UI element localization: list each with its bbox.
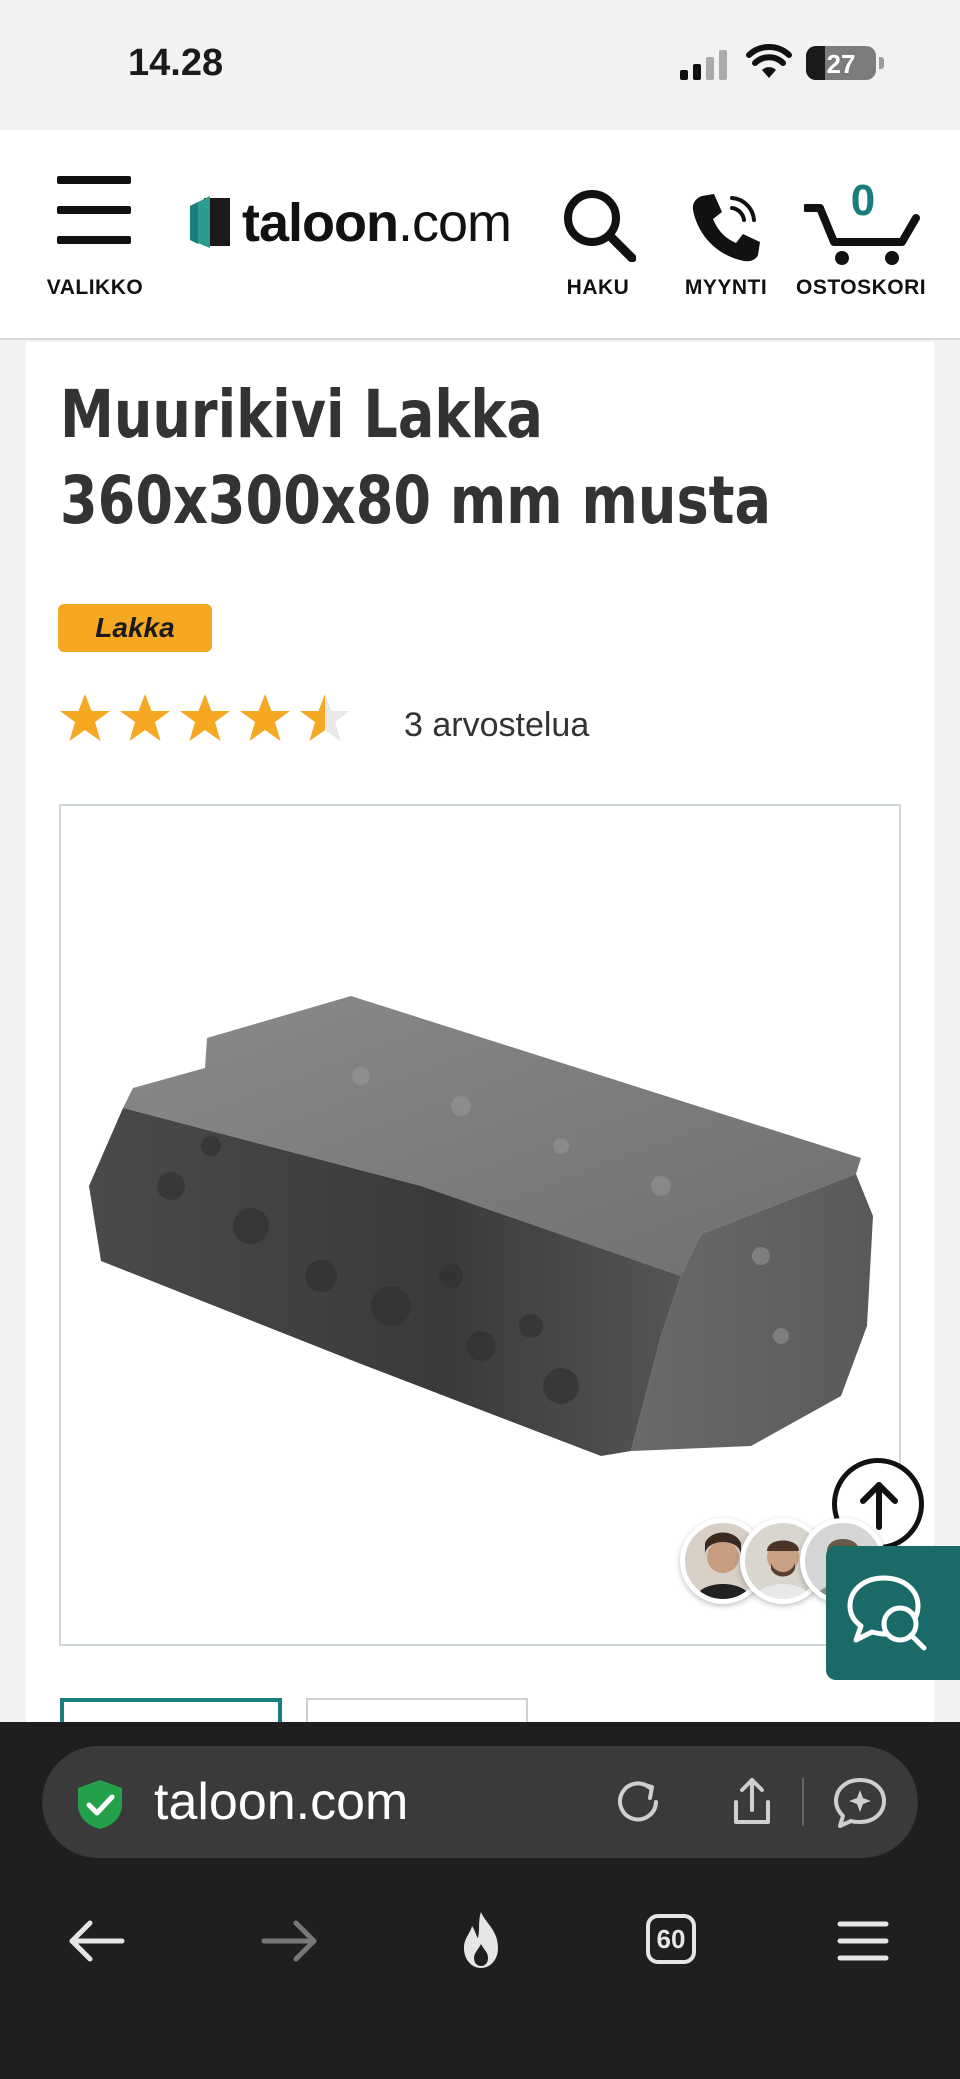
cart-label: OSTOSKORI xyxy=(796,276,927,299)
review-count[interactable]: 3 arvostelua xyxy=(404,706,589,745)
back-icon[interactable] xyxy=(64,1908,130,1974)
reload-icon[interactable] xyxy=(610,1774,666,1830)
wifi-icon xyxy=(746,44,792,78)
flame-icon[interactable] xyxy=(448,1908,514,1974)
secure-shield-icon xyxy=(78,1780,122,1829)
url-text[interactable]: taloon.com xyxy=(154,1772,408,1832)
battery-level: 27 xyxy=(826,49,856,79)
search-label: HAKU xyxy=(566,276,630,299)
tabs-icon[interactable]: 60 xyxy=(646,1914,696,1964)
site-logo[interactable]: taloon.com xyxy=(186,190,516,260)
star-icon xyxy=(240,694,290,741)
status-time: 14.28 xyxy=(128,42,224,84)
menu-icon[interactable] xyxy=(830,1908,896,1974)
star-icon xyxy=(60,694,110,741)
chat-icon xyxy=(847,1575,927,1651)
cart-count: 0 xyxy=(850,176,876,225)
share-icon[interactable] xyxy=(724,1774,780,1830)
search-icon xyxy=(564,190,636,262)
cellular-signal-icon xyxy=(680,50,727,80)
toolbar-divider xyxy=(802,1778,804,1826)
sales-label: MYYNTI xyxy=(684,276,768,299)
site-header: VALIKKO taloon.com HAKU MYYNTI 0 OSTOSKO… xyxy=(0,130,960,340)
battery-icon: 27 xyxy=(806,46,876,80)
star-icon xyxy=(120,694,170,741)
hamburger-icon xyxy=(57,176,131,244)
screen: { "status_bar": { "time": "14.28", "batt… xyxy=(0,0,960,2079)
product-rating[interactable]: 3 arvostelua xyxy=(58,692,618,748)
brand-badge[interactable]: Lakka xyxy=(58,604,212,652)
menu-label: VALIKKO xyxy=(46,276,144,299)
browser-toolbar: taloon.com 60 xyxy=(0,1722,960,2079)
assistant-icon[interactable] xyxy=(832,1774,888,1830)
phone-icon xyxy=(692,194,760,262)
address-bar[interactable]: taloon.com xyxy=(42,1746,918,1858)
sales-phone-button[interactable]: MYYNTI xyxy=(676,130,776,340)
status-bar: 14.28 27 xyxy=(0,0,960,130)
product-title: Muurikivi Lakka 360x300x80 mm musta xyxy=(60,376,772,539)
logo-text: taloon.com xyxy=(242,193,512,253)
star-icon xyxy=(300,694,350,741)
menu-button[interactable]: VALIKKO xyxy=(40,130,150,340)
search-button[interactable]: HAKU xyxy=(548,130,648,340)
brand-name: Lakka xyxy=(95,612,175,643)
forward-icon[interactable] xyxy=(256,1908,322,1974)
product-content: Muurikivi Lakka 360x300x80 mm musta Lakk… xyxy=(26,342,934,1738)
star-icon xyxy=(180,694,230,741)
cart-button[interactable]: 0 OSTOSKORI xyxy=(796,130,926,340)
logo-door-icon xyxy=(190,196,230,248)
battery-cap xyxy=(879,57,884,69)
chat-button[interactable] xyxy=(826,1546,960,1680)
